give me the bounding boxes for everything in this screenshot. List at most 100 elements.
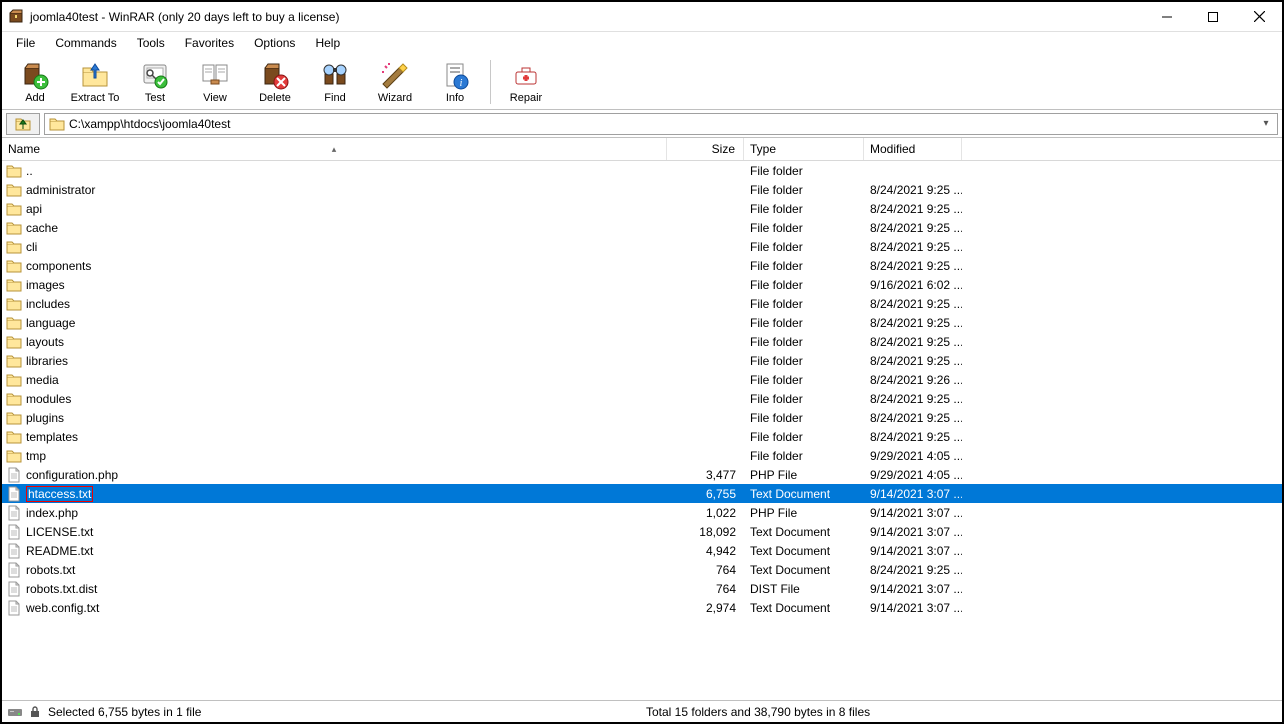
file-modified: 8/24/2021 9:25 ... xyxy=(864,202,962,216)
file-type: File folder xyxy=(744,449,864,463)
menu-file[interactable]: File xyxy=(8,34,43,52)
file-row[interactable]: mediaFile folder8/24/2021 9:26 ... xyxy=(2,370,1282,389)
file-row[interactable]: LICENSE.txt18,092Text Document9/14/2021 … xyxy=(2,522,1282,541)
folder-icon xyxy=(6,429,22,445)
view-icon xyxy=(199,60,231,90)
file-type: File folder xyxy=(744,164,864,178)
tool-info[interactable]: iInfo xyxy=(426,56,484,108)
file-row[interactable]: ..File folder xyxy=(2,161,1282,180)
file-type: File folder xyxy=(744,392,864,406)
file-icon xyxy=(6,505,22,521)
file-name: htaccess.txt xyxy=(26,486,93,502)
file-row[interactable]: cliFile folder8/24/2021 9:25 ... xyxy=(2,237,1282,256)
tool-view[interactable]: View xyxy=(186,56,244,108)
file-name: configuration.php xyxy=(26,468,118,482)
file-row[interactable]: robots.txt764Text Document8/24/2021 9:25… xyxy=(2,560,1282,579)
file-row[interactable]: tmpFile folder9/29/2021 4:05 ... xyxy=(2,446,1282,465)
menubar: FileCommands ToolsFavoritesOptionsHelp xyxy=(2,32,1282,54)
repair-icon xyxy=(510,60,542,90)
file-row[interactable]: index.php1,022PHP File9/14/2021 3:07 ... xyxy=(2,503,1282,522)
file-row[interactable]: configuration.php3,477PHP File9/29/2021 … xyxy=(2,465,1282,484)
file-row[interactable]: htaccess.txt6,755Text Document9/14/2021 … xyxy=(2,484,1282,503)
column-name[interactable]: Name ▴ xyxy=(2,138,667,160)
statusbar: Selected 6,755 bytes in 1 file Total 15 … xyxy=(2,700,1282,722)
menu-options[interactable]: Options xyxy=(246,34,303,52)
find-icon xyxy=(319,60,351,90)
file-type: Text Document xyxy=(744,487,864,501)
file-type: DIST File xyxy=(744,582,864,596)
file-row[interactable]: imagesFile folder9/16/2021 6:02 ... xyxy=(2,275,1282,294)
tool-label: Test xyxy=(145,92,165,104)
tool-add[interactable]: Add xyxy=(6,56,64,108)
file-modified: 8/24/2021 9:25 ... xyxy=(864,430,962,444)
up-button[interactable] xyxy=(6,113,40,135)
file-row[interactable]: librariesFile folder8/24/2021 9:25 ... xyxy=(2,351,1282,370)
path-field[interactable]: C:\xampp\htdocs\joomla40test ▾ xyxy=(44,113,1278,135)
menu-help[interactable]: Help xyxy=(307,34,348,52)
menu-tools[interactable]: Tools xyxy=(129,34,173,52)
file-row[interactable]: robots.txt.dist764DIST File9/14/2021 3:0… xyxy=(2,579,1282,598)
file-type: File folder xyxy=(744,202,864,216)
status-total: Total 15 folders and 38,790 bytes in 8 f… xyxy=(646,705,870,719)
file-type: File folder xyxy=(744,373,864,387)
file-modified: 8/24/2021 9:25 ... xyxy=(864,297,962,311)
file-row[interactable]: pluginsFile folder8/24/2021 9:25 ... xyxy=(2,408,1282,427)
file-row[interactable]: layoutsFile folder8/24/2021 9:25 ... xyxy=(2,332,1282,351)
file-row[interactable]: languageFile folder8/24/2021 9:25 ... xyxy=(2,313,1282,332)
file-row[interactable]: cacheFile folder8/24/2021 9:25 ... xyxy=(2,218,1282,237)
menu-commands[interactable]: Commands xyxy=(47,34,124,52)
tool-label: Wizard xyxy=(378,92,412,104)
file-size: 2,974 xyxy=(667,601,744,615)
tool-label: Delete xyxy=(259,92,291,104)
tool-test[interactable]: Test xyxy=(126,56,184,108)
file-icon xyxy=(6,562,22,578)
file-modified: 9/14/2021 3:07 ... xyxy=(864,582,962,596)
file-name: templates xyxy=(26,430,78,444)
file-modified: 8/24/2021 9:25 ... xyxy=(864,335,962,349)
file-modified: 8/24/2021 9:25 ... xyxy=(864,563,962,577)
tool-label: Repair xyxy=(510,92,542,104)
file-modified: 9/14/2021 3:07 ... xyxy=(864,544,962,558)
file-row[interactable]: api File folder8/24/2021 9:25 ... xyxy=(2,199,1282,218)
file-row[interactable]: templates File folder8/24/2021 9:25 ... xyxy=(2,427,1282,446)
file-modified: 9/14/2021 3:07 ... xyxy=(864,601,962,615)
file-row[interactable]: README.txt4,942Text Document9/14/2021 3:… xyxy=(2,541,1282,560)
file-size: 4,942 xyxy=(667,544,744,558)
path-text: C:\xampp\htdocs\joomla40test xyxy=(69,117,230,131)
file-row[interactable]: componentsFile folder8/24/2021 9:25 ... xyxy=(2,256,1282,275)
file-size: 764 xyxy=(667,563,744,577)
file-modified: 9/14/2021 3:07 ... xyxy=(864,487,962,501)
column-type[interactable]: Type xyxy=(744,138,864,160)
folder-icon xyxy=(6,296,22,312)
column-modified[interactable]: Modified xyxy=(864,138,962,160)
add-icon xyxy=(19,60,51,90)
minimize-button[interactable] xyxy=(1144,2,1190,31)
file-name: api xyxy=(26,202,42,216)
app-icon xyxy=(8,9,24,25)
file-row[interactable]: modulesFile folder8/24/2021 9:25 ... xyxy=(2,389,1282,408)
tool-wizard[interactable]: Wizard xyxy=(366,56,424,108)
file-list[interactable]: ..File folderadministratorFile folder8/2… xyxy=(2,161,1282,700)
maximize-button[interactable] xyxy=(1190,2,1236,31)
file-name: web.config.txt xyxy=(26,601,99,615)
file-icon xyxy=(6,467,22,483)
tool-repair[interactable]: Repair xyxy=(497,56,555,108)
tool-find[interactable]: Find xyxy=(306,56,364,108)
column-size[interactable]: Size xyxy=(667,138,744,160)
file-row[interactable]: administratorFile folder8/24/2021 9:25 .… xyxy=(2,180,1282,199)
file-type: File folder xyxy=(744,411,864,425)
close-button[interactable] xyxy=(1236,2,1282,31)
tool-extract[interactable]: Extract To xyxy=(66,56,124,108)
file-name: administrator xyxy=(26,183,95,197)
file-name: modules xyxy=(26,392,71,406)
delete-icon xyxy=(259,60,291,90)
file-modified: 8/24/2021 9:26 ... xyxy=(864,373,962,387)
file-type: File folder xyxy=(744,430,864,444)
file-row[interactable]: web.config.txt2,974Text Document9/14/202… xyxy=(2,598,1282,617)
chevron-down-icon[interactable]: ▾ xyxy=(1257,114,1275,134)
menu-favorites[interactable]: Favorites xyxy=(177,34,242,52)
file-modified: 8/24/2021 9:25 ... xyxy=(864,354,962,368)
tool-delete[interactable]: Delete xyxy=(246,56,304,108)
file-row[interactable]: includesFile folder8/24/2021 9:25 ... xyxy=(2,294,1282,313)
folder-icon xyxy=(6,220,22,236)
